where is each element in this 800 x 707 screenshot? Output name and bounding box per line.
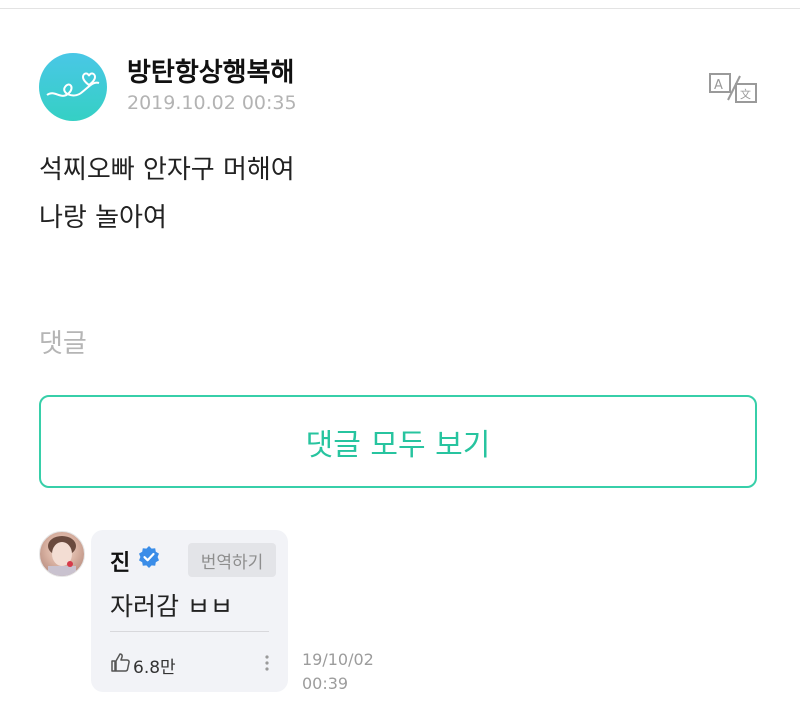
- translate-icon[interactable]: A 文: [708, 70, 758, 106]
- view-all-comments-button[interactable]: 댓글 모두 보기: [39, 395, 757, 488]
- comment-translate-button[interactable]: 번역하기: [188, 543, 276, 577]
- post-date: 2019.10.02 00:35: [127, 92, 297, 114]
- comment-divider: [110, 631, 269, 632]
- svg-text:A: A: [714, 78, 723, 93]
- post-line: 석찌오빠 안자구 머해여: [39, 155, 295, 185]
- comment-text: 자러감 ㅂㅂ: [110, 592, 233, 621]
- top-divider: [0, 8, 800, 9]
- like-thumb-icon[interactable]: [110, 653, 130, 672]
- comment-date-time: 00:39: [302, 674, 349, 693]
- commenter-name[interactable]: 진: [110, 545, 130, 577]
- post-line: 나랑 놀아여: [39, 203, 167, 233]
- commenter-avatar[interactable]: [39, 531, 85, 577]
- comment-date: 19/10/02 00:39: [302, 648, 374, 696]
- verified-badge-icon: [137, 545, 161, 569]
- comment-date-day: 19/10/02: [302, 650, 374, 669]
- svg-text:文: 文: [740, 87, 751, 101]
- author-avatar[interactable]: [39, 53, 107, 121]
- post-body: 석찌오빠 안자구 머해여 나랑 놀아여: [39, 146, 295, 242]
- like-count: 6.8만: [133, 658, 176, 678]
- post-author-name[interactable]: 방탄항상행복해: [127, 52, 294, 89]
- more-options-icon[interactable]: [262, 652, 272, 674]
- comments-section-label: 댓글: [39, 329, 87, 359]
